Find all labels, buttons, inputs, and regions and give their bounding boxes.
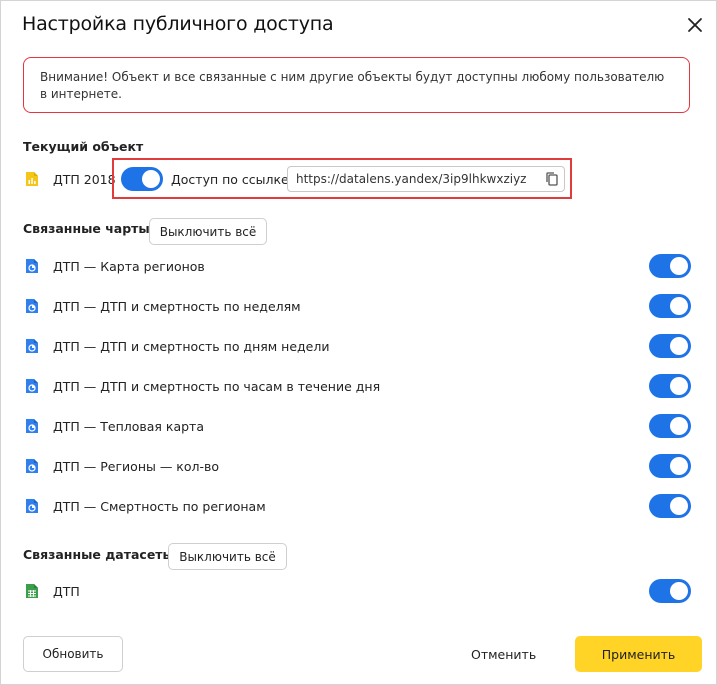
- cancel-button[interactable]: Отменить: [471, 647, 536, 662]
- linked-chart-toggle[interactable]: [649, 294, 691, 318]
- chart-icon: [26, 379, 38, 393]
- toggle-knob: [670, 337, 688, 355]
- copy-icon[interactable]: [544, 171, 560, 187]
- apply-button[interactable]: Применить: [575, 636, 702, 672]
- linked-chart-label: ДТП — Регионы — кол-во: [53, 459, 220, 474]
- toggle-knob: [142, 170, 160, 188]
- toggle-knob: [670, 297, 688, 315]
- disable-all-charts-button[interactable]: Выключить всё: [149, 218, 267, 245]
- linked-chart-toggle[interactable]: [649, 454, 691, 478]
- chart-icon: [26, 419, 38, 433]
- toggle-knob: [670, 257, 688, 275]
- close-icon: [688, 18, 702, 32]
- close-button[interactable]: [683, 13, 707, 37]
- linked-chart-toggle[interactable]: [649, 414, 691, 438]
- chart-icon: [26, 339, 38, 353]
- current-object-label: Текущий объект: [23, 139, 144, 154]
- dialog-title: Настройка публичного доступа: [22, 13, 334, 35]
- toggle-knob: [670, 377, 688, 395]
- disable-all-datasets-button[interactable]: Выключить всё: [168, 543, 287, 570]
- linked-chart-toggle[interactable]: [649, 334, 691, 358]
- current-object-name: ДТП 2018: [53, 172, 116, 187]
- linked-charts-label: Связанные чарты: [23, 221, 150, 236]
- public-url-text: https://datalens.yandex/3ip9lhkwxziyz: [296, 172, 527, 186]
- toggle-knob: [670, 457, 688, 475]
- current-object-toggle[interactable]: [121, 167, 163, 191]
- chart-icon: [26, 259, 38, 273]
- dashboard-icon: [26, 172, 38, 186]
- linked-chart-label: ДТП — ДТП и смертность по часам в течени…: [53, 379, 381, 394]
- public-url-field[interactable]: https://datalens.yandex/3ip9lhkwxziyz: [287, 166, 565, 192]
- dataset-toggle[interactable]: [649, 579, 691, 603]
- linked-chart-label: ДТП — Смертность по регионам: [53, 499, 266, 514]
- toggle-knob: [670, 417, 688, 435]
- toggle-knob: [670, 582, 688, 600]
- warning-banner: Внимание! Объект и все связанные с ним д…: [23, 57, 690, 113]
- link-access-label: Доступ по ссылке: [171, 172, 289, 187]
- linked-chart-toggle[interactable]: [649, 494, 691, 518]
- linked-chart-label: ДТП — Тепловая карта: [53, 419, 204, 434]
- linked-chart-label: ДТП — ДТП и смертность по дням недели: [53, 339, 330, 354]
- linked-chart-toggle[interactable]: [649, 374, 691, 398]
- linked-chart-label: ДТП — Карта регионов: [53, 259, 205, 274]
- chart-icon: [26, 459, 38, 473]
- dataset-label: ДТП: [53, 584, 80, 599]
- public-access-dialog: Настройка публичного доступа Внимание! О…: [0, 0, 717, 685]
- linked-chart-label: ДТП — ДТП и смертность по неделям: [53, 299, 301, 314]
- linked-chart-toggle[interactable]: [649, 254, 691, 278]
- chart-icon: [26, 499, 38, 513]
- toggle-knob: [670, 497, 688, 515]
- chart-icon: [26, 299, 38, 313]
- refresh-button[interactable]: Обновить: [23, 636, 123, 672]
- linked-datasets-label: Связанные датасеты: [23, 547, 174, 562]
- dataset-icon: [26, 584, 38, 598]
